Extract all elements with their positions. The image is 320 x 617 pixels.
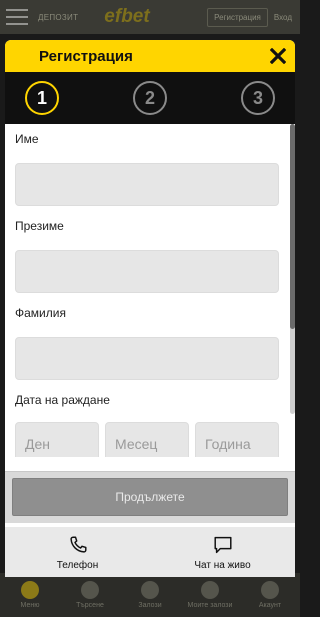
- background-nav-item: Моите залози: [183, 581, 237, 609]
- continue-bar: Продължете: [5, 471, 295, 523]
- hamburger-icon: [6, 9, 28, 25]
- menu-icon: [21, 581, 39, 599]
- close-button[interactable]: [267, 45, 289, 67]
- background-logo: efbet: [104, 6, 150, 27]
- background-bottom-nav: Меню Търсене Залози Моите залози Акаунт: [0, 573, 300, 617]
- support-bar: Телефон Чат на живо: [5, 527, 295, 577]
- birth-month-field[interactable]: Месец: [105, 422, 189, 457]
- background-header: ДЕПОЗИТ efbet Регистрация Вход: [0, 0, 300, 34]
- birth-year-field[interactable]: Година: [195, 422, 279, 457]
- continue-button[interactable]: Продължете: [12, 478, 288, 516]
- phone-support-button[interactable]: Телефон: [5, 527, 150, 577]
- last-name-label: Фамилия: [15, 306, 66, 320]
- phone-icon: [69, 535, 87, 553]
- background-nav-label: Моите залози: [187, 602, 233, 609]
- birthdate-row: Ден Месец Година: [15, 422, 285, 457]
- my-bets-icon: [201, 581, 219, 599]
- betslip-icon: [141, 581, 159, 599]
- middle-name-field[interactable]: [15, 250, 279, 293]
- background-nav-item: Търсене: [63, 581, 117, 609]
- account-icon: [261, 581, 279, 599]
- search-icon: [81, 581, 99, 599]
- registration-modal: Регистрация 1 2 3 Име Презиме Фамилия Да…: [5, 40, 295, 577]
- registration-form: Име Презиме Фамилия Дата на раждане Ден …: [5, 124, 295, 457]
- last-name-field[interactable]: [15, 337, 279, 380]
- step-2: 2: [133, 81, 167, 115]
- page: ДЕПОЗИТ efbet Регистрация Вход Меню Търс…: [0, 0, 300, 617]
- background-deposit: ДЕПОЗИТ: [38, 12, 79, 22]
- step-1: 1: [25, 81, 59, 115]
- first-name-field[interactable]: [15, 163, 279, 206]
- first-name-label: Име: [15, 132, 39, 146]
- background-login-button: Вход: [273, 12, 292, 22]
- background-nav-item: Акаунт: [243, 581, 297, 609]
- modal-title: Регистрация: [39, 47, 133, 65]
- step-3: 3: [241, 81, 275, 115]
- background-nav-label: Залози: [138, 602, 162, 609]
- birth-day-field[interactable]: Ден: [15, 422, 99, 457]
- background-nav-label: Акаунт: [258, 602, 282, 609]
- modal-header: Регистрация: [5, 40, 295, 72]
- step-indicator: 1 2 3: [5, 72, 295, 124]
- birthdate-label: Дата на раждане: [15, 393, 110, 407]
- phone-label: Телефон: [56, 559, 99, 571]
- background-nav-label: Търсене: [76, 602, 104, 609]
- chat-icon: [213, 536, 232, 553]
- scrollbar-thumb[interactable]: [290, 124, 295, 329]
- chat-label: Чат на живо: [194, 559, 251, 571]
- form-scrollbar[interactable]: [290, 124, 295, 414]
- background-nav-label: Меню: [20, 602, 40, 609]
- live-chat-button[interactable]: Чат на живо: [150, 527, 295, 577]
- background-nav-item: Меню: [3, 581, 57, 609]
- background-register-button: Регистрация: [207, 7, 268, 27]
- close-icon: [270, 48, 286, 64]
- middle-name-label: Презиме: [15, 219, 64, 233]
- background-nav-item: Залози: [123, 581, 177, 609]
